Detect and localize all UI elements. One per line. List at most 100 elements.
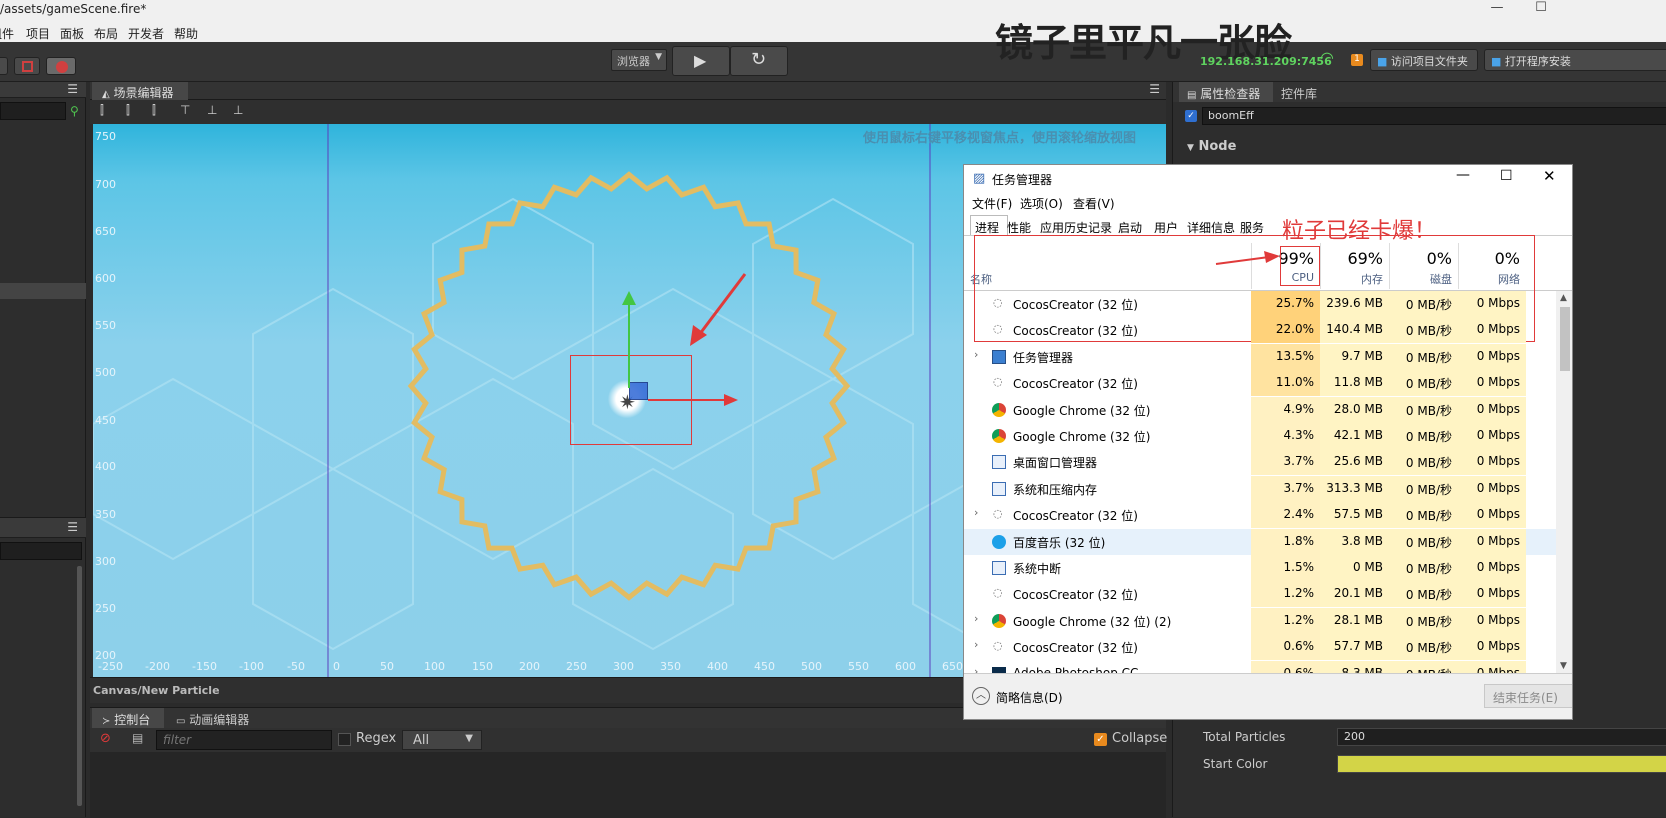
log-level-select[interactable]: All ▼ [402, 730, 482, 750]
tm-footer: ︿ 简略信息(D) 结束任务(E) [964, 673, 1572, 719]
fewer-details-button[interactable]: 简略信息(D) [996, 689, 1063, 706]
network-cell: 0 Mbps [1458, 343, 1526, 370]
menu-item-developer[interactable]: 开发者 [128, 25, 164, 42]
tab-properties[interactable]: ▤ 属性检查器 [1179, 82, 1273, 102]
regex-checkbox[interactable] [338, 733, 351, 746]
memory-cell: 42.1 MB [1320, 423, 1389, 449]
collapse-checkbox[interactable]: ✓ [1094, 733, 1107, 746]
table-row[interactable]: › ◌ CocosCreator (32 位) 2.4% 57.5 MB 0 MB/秒 0 … [964, 502, 1572, 529]
window-icon [992, 481, 1006, 496]
menu-item-help[interactable]: 帮助 [174, 25, 198, 42]
process-name: Google Chrome (32 位) [1013, 430, 1151, 444]
process-list-scrollbar[interactable]: ▲ ▼ [1556, 291, 1572, 673]
menu-item-project[interactable]: 项目 [26, 25, 50, 42]
cpu-cell: 1.5% [1251, 555, 1320, 581]
chevron-right-icon[interactable]: › [974, 348, 978, 361]
align-center-h-icon[interactable]: ⫿ [126, 103, 130, 118]
table-row[interactable]: ◌ CocosCreator (32 位) 25.7% 239.6 MB 0 MB/秒 0… [964, 291, 1572, 317]
network-cell: 0 Mbps [1458, 555, 1526, 581]
breadcrumb: Canvas/New Particle [93, 684, 220, 697]
chevron-right-icon[interactable]: › [974, 638, 978, 651]
minimize-button[interactable]: — [1474, 0, 1520, 22]
platform-select[interactable]: 浏览器 ▼ [611, 49, 667, 71]
table-row[interactable]: 桌面窗口管理器 3.7% 25.6 MB 0 MB/秒 0 Mbps [964, 449, 1572, 476]
assets-scrollbar[interactable] [77, 566, 82, 806]
grid-button[interactable] [46, 57, 76, 75]
table-row[interactable]: 系统中断 1.5% 0 MB 0 MB/秒 0 Mbps [964, 555, 1572, 581]
table-row[interactable]: 百度音乐 (32 位) 1.8% 3.8 MB 0 MB/秒 0 Mbps [964, 528, 1572, 555]
table-row[interactable]: › Adobe Photoshop CC 0.6%8.3 MB0 MB/秒0 Mbp… [964, 660, 1572, 673]
menu-icon[interactable]: ☰ [67, 82, 78, 96]
cpu-cell: 4.3% [1251, 423, 1320, 449]
file-icon[interactable]: ▤ [132, 731, 143, 745]
end-task-button[interactable]: 结束任务(E) [1484, 684, 1572, 708]
align-left-icon[interactable]: ⫿ [100, 103, 104, 118]
tab-animation-editor[interactable]: ▭ 动画编辑器 [170, 708, 262, 728]
node-active-checkbox[interactable]: ✓ [1185, 110, 1197, 122]
align-top-icon[interactable]: ⊤ [180, 103, 190, 117]
scroll-down-icon[interactable]: ▼ [1560, 661, 1567, 671]
chevron-right-icon[interactable]: › [974, 506, 978, 519]
table-row[interactable]: › Google Chrome (32 位) (2) 1.2% 28.1 MB 0 MB… [964, 607, 1572, 634]
tab-console[interactable]: ≻ 控制台 [92, 708, 164, 728]
disk-cell: 0 MB/秒 [1389, 502, 1458, 529]
open-install-folder-button[interactable]: ■ 打开程序安装 [1484, 49, 1666, 71]
scene-editor-tabbar: ◭ 场景编辑器 ☰ [90, 82, 1166, 100]
hierarchy-header: ☰ [0, 82, 86, 98]
console-log-area[interactable] [90, 752, 1166, 818]
notification-badge[interactable]: 1 [1351, 54, 1363, 66]
table-row[interactable]: ◌ CocosCreator (32 位) 11.0% 11.8 MB 0 MB/秒 0 … [964, 370, 1572, 397]
disk-cell: 0 MB/秒 [1389, 528, 1458, 555]
cpu-cell: 0.6% [1251, 660, 1320, 673]
console-filter-input[interactable] [156, 730, 332, 750]
table-row[interactable]: 系统和压缩内存 3.7% 313.3 MB 0 MB/秒 0 Mbps [964, 475, 1572, 502]
scroll-up-icon[interactable]: ▲ [1560, 293, 1567, 303]
tab-widgets[interactable]: 控件库 [1275, 82, 1331, 102]
chevron-up-icon[interactable]: ︿ [972, 687, 990, 705]
folder-icon: ■ [1491, 55, 1502, 68]
table-row[interactable]: Google Chrome (32 位) 4.9% 28.0 MB 0 MB/秒 0 M… [964, 396, 1572, 423]
tool-button[interactable] [0, 57, 8, 75]
total-particles-input[interactable]: 200 [1337, 728, 1666, 746]
start-color-swatch[interactable] [1337, 755, 1666, 773]
tab-properties-label: 属性检查器 [1200, 87, 1261, 101]
table-row[interactable]: ◌ CocosCreator (32 位) 22.0% 140.4 MB 0 MB/秒 0… [964, 317, 1572, 344]
clear-icon[interactable]: ⊘ [100, 731, 111, 746]
node-name-input[interactable]: boomEff [1202, 107, 1666, 125]
align-right-icon[interactable]: ⫿ [152, 103, 156, 118]
total-particles-label: Total Particles [1203, 730, 1286, 744]
maximize-button[interactable]: ☐ [1518, 0, 1564, 22]
menu-icon[interactable]: ☰ [1149, 82, 1160, 96]
align-middle-v-icon[interactable]: ⊥ [207, 103, 217, 117]
memory-cell: 28.0 MB [1320, 396, 1389, 423]
table-row[interactable]: › ◌ CocosCreator (32 位) 0.6% 57.7 MB 0 MB/秒 0 … [964, 634, 1572, 661]
assets-search-input[interactable] [0, 542, 82, 560]
chevron-right-icon[interactable]: › [974, 612, 978, 625]
chevron-right-icon[interactable]: › [974, 665, 978, 673]
node-section-header[interactable]: ▼ Node [1187, 139, 1236, 154]
play-button[interactable]: ▶ [672, 46, 730, 76]
menu-item-layout[interactable]: 布局 [94, 25, 118, 42]
scrollbar-thumb[interactable] [1560, 307, 1570, 371]
gizmo-button[interactable] [14, 57, 40, 75]
hierarchy-selected-row[interactable] [0, 283, 86, 299]
folder-icon: ■ [1377, 55, 1388, 68]
align-bottom-icon[interactable]: ⊥ [233, 103, 243, 117]
hierarchy-search-input[interactable] [0, 102, 66, 120]
table-row[interactable]: › 任务管理器 13.5% 9.7 MB 0 MB/秒 0 Mbps [964, 343, 1572, 370]
refresh-button[interactable]: ↻ [730, 46, 788, 76]
menu-item-panel[interactable]: 面板 [60, 25, 84, 42]
menu-item-components[interactable]: 组件 [0, 25, 14, 42]
tab-scene-editor[interactable]: ◭ 场景编辑器 [92, 82, 188, 100]
process-name: Google Chrome (32 位) [1013, 403, 1151, 418]
table-row[interactable]: Google Chrome (32 位) 4.3% 42.1 MB 0 MB/秒 0 M… [964, 423, 1572, 449]
table-row[interactable]: ◌ CocosCreator (32 位) 1.2% 20.1 MB 0 MB/秒 0 M… [964, 581, 1572, 608]
cpu-cell: 1.8% [1251, 528, 1320, 555]
refresh-icon: ↻ [751, 49, 767, 70]
memory-cell: 313.3 MB [1320, 475, 1389, 502]
open-project-folder-button[interactable]: ■ 访问项目文件夹 [1370, 49, 1478, 71]
menu-icon[interactable]: ☰ [67, 520, 78, 534]
link-icon[interactable]: ⚲ [70, 104, 79, 118]
chevron-down-icon: ▼ [1187, 143, 1194, 153]
platform-select-value: 浏览器 [617, 55, 650, 68]
